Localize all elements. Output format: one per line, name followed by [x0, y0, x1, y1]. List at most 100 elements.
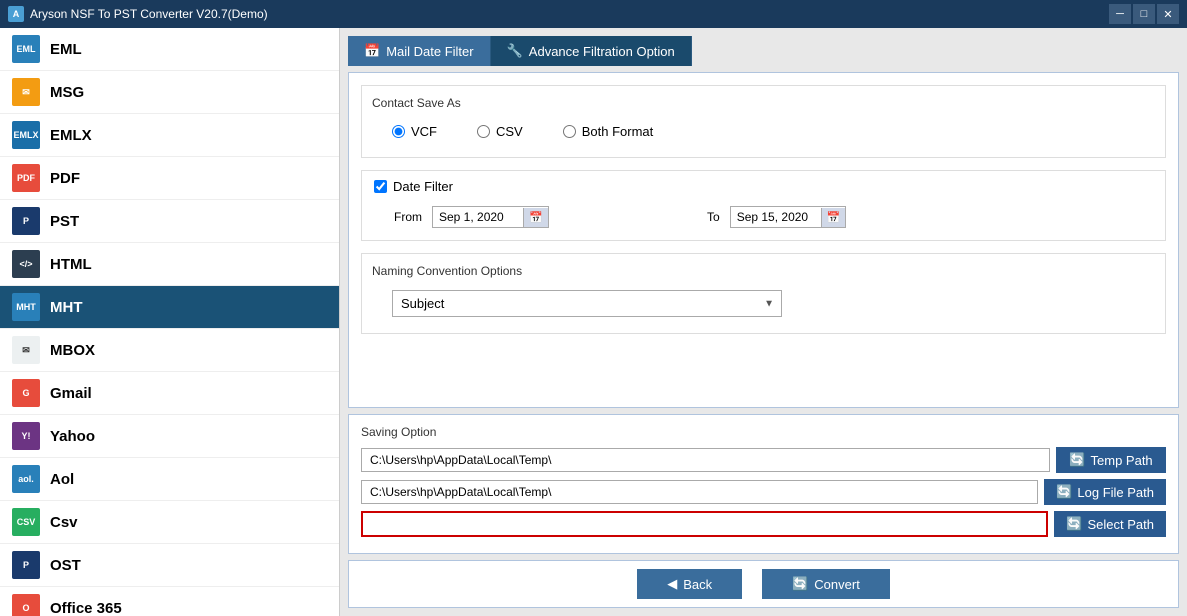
- sidebar-item-mht[interactable]: MHTMHT: [0, 286, 339, 329]
- from-date-input[interactable]: [433, 207, 523, 227]
- window-controls: ─ □ ✕: [1109, 4, 1179, 24]
- from-calendar-btn[interactable]: 📅: [523, 208, 548, 227]
- title-bar: A Aryson NSF To PST Converter V20.7(Demo…: [0, 0, 1187, 28]
- vcf-label: VCF: [411, 124, 437, 139]
- csv-option[interactable]: CSV: [477, 124, 523, 139]
- back-button[interactable]: ◀ Back: [637, 569, 742, 599]
- to-date-input-wrapper: 📅: [730, 206, 847, 228]
- sidebar-item-pst[interactable]: P PST: [0, 200, 339, 243]
- maximize-button[interactable]: □: [1133, 4, 1155, 24]
- main-panel: Contact Save As VCF CSV Both Format: [348, 72, 1179, 408]
- contact-save-as-section: Contact Save As VCF CSV Both Format: [361, 85, 1166, 158]
- html-label: HTML: [50, 256, 92, 273]
- naming-convention-section: Naming Convention Options SubjectDateFro…: [361, 253, 1166, 334]
- csv-radio[interactable]: [477, 125, 490, 138]
- pdf-label: PDF: [50, 170, 80, 187]
- sidebar-item-html[interactable]: </> HTML: [0, 243, 339, 286]
- msg-icon: ✉: [12, 78, 40, 106]
- sidebar-item-aol[interactable]: aol.Aol: [0, 458, 339, 501]
- convert-button[interactable]: 🔄 Convert: [762, 569, 890, 599]
- emlx-icon: EMLX: [12, 121, 40, 149]
- date-filter-checkbox[interactable]: [374, 180, 387, 193]
- contact-save-as-options: VCF CSV Both Format: [372, 116, 1155, 147]
- sidebar-item-gmail[interactable]: G Gmail: [0, 372, 339, 415]
- select-sync-icon: 🔄: [1066, 516, 1082, 532]
- log-file-path-input[interactable]: [361, 480, 1038, 504]
- to-calendar-btn[interactable]: 📅: [821, 208, 846, 227]
- back-icon: ◀: [667, 576, 677, 592]
- ost-label: OST: [50, 557, 81, 574]
- select-path-row: 🔄 Select Path: [361, 511, 1166, 537]
- date-filter-label: Date Filter: [393, 179, 453, 194]
- sidebar-item-yahoo[interactable]: Y! Yahoo: [0, 415, 339, 458]
- date-row: From 📅 To 📅: [374, 202, 1153, 232]
- html-icon: </>: [12, 250, 40, 278]
- saving-option-section: Saving Option 🔄 Temp Path 🔄 Log File Pat…: [348, 414, 1179, 554]
- csv-icon: CSV: [12, 508, 40, 536]
- log-file-path-row: 🔄 Log File Path: [361, 479, 1166, 505]
- naming-convention-label: Naming Convention Options: [372, 264, 1155, 278]
- log-sync-icon: 🔄: [1056, 484, 1072, 500]
- tab-advance-filtration-label: Advance Filtration Option: [529, 44, 675, 59]
- both-format-option[interactable]: Both Format: [563, 124, 654, 139]
- select-path-input[interactable]: [361, 511, 1048, 537]
- to-date-input[interactable]: [731, 207, 821, 227]
- convert-label: Convert: [814, 577, 860, 592]
- bottom-bar: ◀ Back 🔄 Convert: [348, 560, 1179, 608]
- app-icon: A: [8, 6, 24, 22]
- sidebar-item-office365[interactable]: O Office 365: [0, 587, 339, 616]
- sidebar-item-csv[interactable]: CSV Csv: [0, 501, 339, 544]
- main-content: 📅 Mail Date Filter 🔧 Advance Filtration …: [340, 28, 1187, 616]
- emlx-label: EMLX: [50, 127, 92, 144]
- close-button[interactable]: ✕: [1157, 4, 1179, 24]
- tab-mail-date-filter[interactable]: 📅 Mail Date Filter: [348, 36, 491, 66]
- sidebar-item-ost[interactable]: P OST: [0, 544, 339, 587]
- naming-select-wrapper: SubjectDateFromToDate-Subject: [392, 290, 782, 317]
- sidebar-item-mbox[interactable]: ✉ MBOX: [0, 329, 339, 372]
- from-date-input-wrapper: 📅: [432, 206, 549, 228]
- sidebar-item-eml[interactable]: EML EML: [0, 28, 339, 71]
- mbox-icon: ✉: [12, 336, 40, 364]
- mbox-label: MBOX: [50, 342, 95, 359]
- csv-label: CSV: [496, 124, 523, 139]
- aol-label: Aol: [50, 471, 74, 488]
- tab-advance-filtration[interactable]: 🔧 Advance Filtration Option: [491, 36, 692, 66]
- filter-icon: 🔧: [507, 43, 523, 59]
- select-path-button[interactable]: 🔄 Select Path: [1054, 511, 1166, 537]
- to-label: To: [707, 210, 720, 224]
- csv-label: Csv: [50, 514, 78, 531]
- temp-path-button[interactable]: 🔄 Temp Path: [1056, 447, 1166, 473]
- both-radio[interactable]: [563, 125, 576, 138]
- office365-label: Office 365: [50, 600, 122, 616]
- tab-mail-date-filter-label: Mail Date Filter: [386, 44, 473, 59]
- from-label: From: [394, 210, 422, 224]
- eml-icon: EML: [12, 35, 40, 63]
- sidebar-item-emlx[interactable]: EMLX EMLX: [0, 114, 339, 157]
- temp-path-input[interactable]: [361, 448, 1050, 472]
- vcf-radio[interactable]: [392, 125, 405, 138]
- sidebar-item-pdf[interactable]: PDF PDF: [0, 157, 339, 200]
- sidebar: EML EML ✉MSG EMLX EMLX PDF PDF P PST </> HTML MHTMH…: [0, 28, 340, 616]
- both-format-label: Both Format: [582, 124, 654, 139]
- eml-label: EML: [50, 41, 82, 58]
- saving-option-label: Saving Option: [361, 425, 1166, 439]
- gmail-icon: G: [12, 379, 40, 407]
- pst-icon: P: [12, 207, 40, 235]
- pdf-icon: PDF: [12, 164, 40, 192]
- temp-path-label: Temp Path: [1091, 453, 1153, 468]
- yahoo-icon: Y!: [12, 422, 40, 450]
- yahoo-label: Yahoo: [50, 428, 95, 445]
- ost-icon: P: [12, 551, 40, 579]
- naming-convention-select[interactable]: SubjectDateFromToDate-Subject: [392, 290, 782, 317]
- log-file-path-label: Log File Path: [1077, 485, 1154, 500]
- sidebar-item-msg[interactable]: ✉MSG: [0, 71, 339, 114]
- pst-label: PST: [50, 213, 79, 230]
- calendar-icon: 📅: [364, 43, 380, 59]
- date-filter-header: Date Filter: [374, 179, 1153, 194]
- minimize-button[interactable]: ─: [1109, 4, 1131, 24]
- vcf-option[interactable]: VCF: [392, 124, 437, 139]
- log-file-path-button[interactable]: 🔄 Log File Path: [1044, 479, 1166, 505]
- gmail-label: Gmail: [50, 385, 92, 402]
- convert-icon: 🔄: [792, 576, 808, 592]
- office365-icon: O: [12, 594, 40, 616]
